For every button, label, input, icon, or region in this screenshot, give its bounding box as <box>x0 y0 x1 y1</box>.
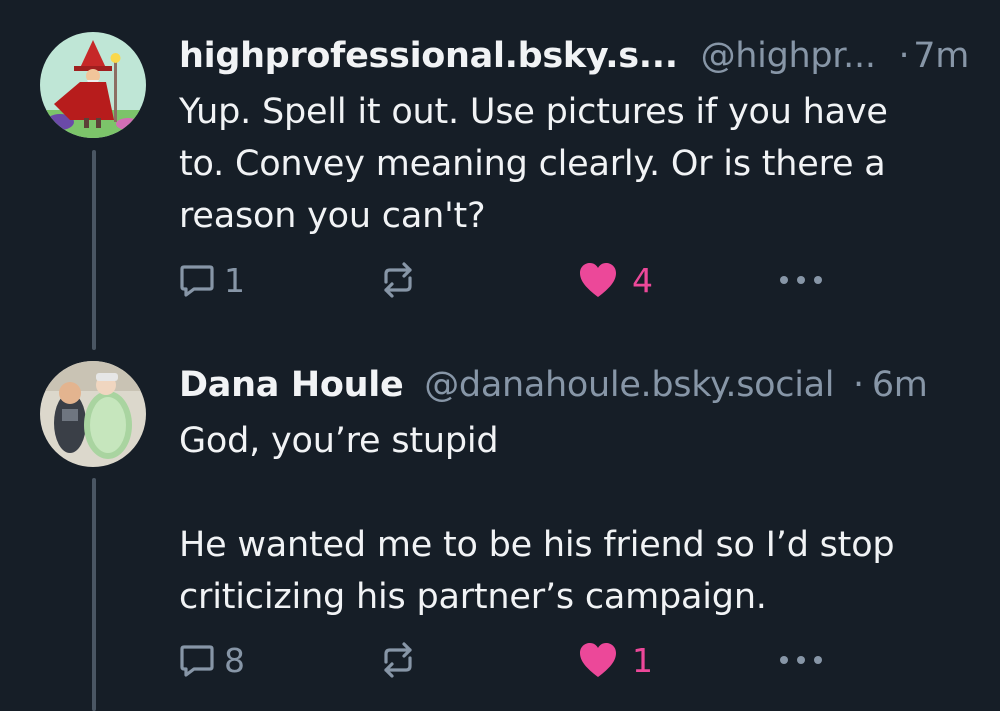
like-count: 4 <box>632 260 653 300</box>
thread-line <box>92 150 96 350</box>
reply-icon <box>180 645 214 677</box>
post-actions: 8 1 <box>0 638 1000 682</box>
post-body: God, you’re stupid He wanted me to be hi… <box>179 415 979 623</box>
repost-button[interactable] <box>378 638 418 682</box>
more-dots-icon <box>780 276 822 284</box>
heart-filled-icon <box>580 643 616 677</box>
post-body-line: Yup. Spell it out. Use pictures if you h… <box>179 92 888 132</box>
post-header: highprofessional.bsky.s... @highpr... · 7… <box>179 36 969 76</box>
more-options-button[interactable] <box>778 258 824 302</box>
more-dots-icon <box>780 656 822 664</box>
avatar[interactable] <box>40 361 146 467</box>
post-header: Dana Houle @danahoule.bsky.social · 6m <box>179 365 928 405</box>
reply-button[interactable]: 1 <box>178 258 245 302</box>
post-actions: 1 4 <box>0 258 1000 302</box>
post-body-blank-line <box>179 467 979 519</box>
like-count: 1 <box>632 640 653 680</box>
post-body-line: criticizing his partner’s campaign. <box>179 577 767 617</box>
handle[interactable]: @highpr... <box>701 36 876 76</box>
post-body: Yup. Spell it out. Use pictures if you h… <box>179 86 979 242</box>
separator: · <box>853 365 864 405</box>
repost-icon <box>384 262 412 298</box>
like-button[interactable]: 4 <box>578 258 653 302</box>
handle[interactable]: @danahoule.bsky.social <box>424 365 834 405</box>
timestamp[interactable]: 7m <box>913 36 969 76</box>
reply-icon <box>180 265 214 297</box>
reply-button[interactable]: 8 <box>178 638 245 682</box>
repost-icon <box>384 642 412 678</box>
more-options-button[interactable] <box>778 638 824 682</box>
reply-count: 8 <box>224 640 245 680</box>
avatar[interactable] <box>40 32 146 138</box>
post-body-line: He wanted me to be his friend so I’d sto… <box>179 525 895 565</box>
reply-count: 1 <box>224 260 245 300</box>
post-body-line: to. Convey meaning clearly. Or is there … <box>179 144 886 184</box>
post-body-line: reason you can't? <box>179 196 486 236</box>
display-name[interactable]: highprofessional.bsky.s... <box>179 36 678 76</box>
display-name[interactable]: Dana Houle <box>179 365 404 405</box>
timestamp[interactable]: 6m <box>872 365 928 405</box>
repost-button[interactable] <box>378 258 418 302</box>
separator: · <box>898 36 910 76</box>
post-body-line: God, you’re stupid <box>179 421 499 461</box>
heart-filled-icon <box>580 263 616 297</box>
like-button[interactable]: 1 <box>578 638 653 682</box>
